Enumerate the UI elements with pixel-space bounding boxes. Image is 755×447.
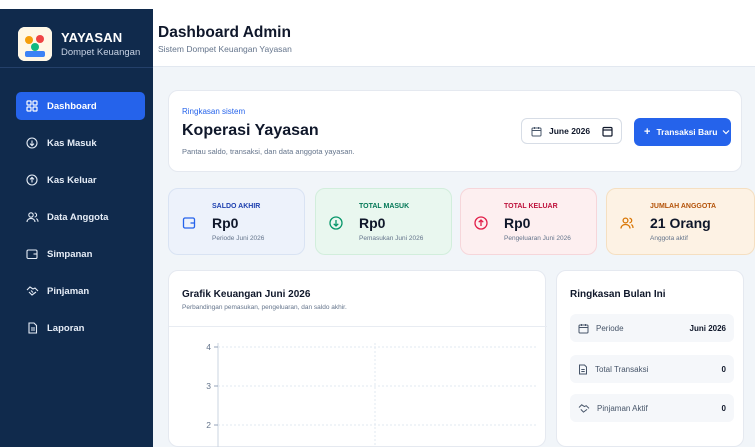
overview-card: Ringkasan sistem Koperasi Yayasan Pantau… [168, 90, 742, 172]
page-title: Dashboard Admin [158, 24, 291, 41]
summary-row-periode: Periode Juni 2026 [570, 314, 734, 342]
summary-row-label: Total Transaksi [595, 364, 649, 374]
summary-row-value: 0 [721, 364, 726, 374]
month-value: June 2026 [549, 126, 591, 136]
chevron-down-icon [722, 129, 730, 135]
wallet-icon [25, 247, 39, 261]
stat-note: Periode Juni 2026 [212, 235, 265, 242]
arrow-up-circle-icon [25, 173, 39, 187]
calendar-icon [578, 323, 589, 334]
document-icon [25, 321, 39, 335]
sidebar-item-laporan[interactable]: Laporan [16, 314, 145, 342]
chart-title: Grafik Keuangan Juni 2026 [182, 289, 311, 300]
sidebar-item-simpanan[interactable]: Simpanan [16, 240, 145, 268]
handshake-icon [25, 284, 39, 298]
users-icon [619, 215, 635, 231]
stat-value: Rp0 [212, 215, 239, 231]
sidebar-item-label: Data Anggota [47, 211, 109, 223]
logo [18, 27, 52, 61]
stat-note: Pemasukan Juni 2026 [359, 235, 424, 242]
stat-note: Anggota aktif [650, 235, 688, 242]
stat-value: Rp0 [359, 215, 386, 231]
sidebar-item-data-anggota[interactable]: Data Anggota [16, 203, 145, 231]
sidebar-item-dashboard[interactable]: Dashboard [16, 92, 145, 120]
stat-card-total-masuk: TOTAL MASUK Rp0 Pemasukan Juni 2026 [315, 188, 452, 255]
overview-subtitle: Pantau saldo, transaksi, dan data anggot… [182, 147, 355, 156]
chart-subtitle: Perbandingan pemasukan, pengeluaran, dan… [182, 304, 347, 311]
sidebar-item-label: Simpanan [47, 248, 93, 260]
sidebar-item-label: Kas Keluar [47, 174, 97, 186]
arrow-up-circle-icon [473, 215, 489, 231]
sidebar-item-label: Kas Masuk [47, 137, 97, 149]
document-icon [578, 364, 588, 375]
grid-icon [25, 99, 39, 113]
sidebar-item-label: Dashboard [47, 100, 97, 112]
summary-row-value: 0 [721, 403, 726, 413]
stat-value: 21 Orang [650, 215, 711, 231]
sidebar-item-pinjaman[interactable]: Pinjaman [16, 277, 145, 305]
summary-row-total-transaksi: Total Transaksi 0 [570, 355, 734, 383]
divider [0, 67, 153, 68]
brand-subtitle: Dompet Keuangan [61, 47, 141, 58]
organization-title: Koperasi Yayasan [182, 122, 319, 139]
stat-label: SALDO AKHIR [212, 203, 261, 210]
month-picker[interactable]: June 2026 [521, 118, 622, 144]
sidebar-item-kas-masuk[interactable]: Kas Masuk [16, 129, 145, 157]
summary-row-label: Pinjaman Aktif [597, 403, 648, 413]
finance-chart: 4 3 2 [206, 342, 537, 447]
arrow-down-circle-icon [25, 136, 39, 150]
y-tick-label: 3 [206, 381, 211, 391]
stat-card-jumlah-anggota: JUMLAH ANGGOTA 21 Orang Anggota aktif [606, 188, 755, 255]
summary-row-label: Periode [596, 323, 624, 333]
page-subtitle: Sistem Dompet Keuangan Yayasan [158, 44, 292, 54]
sidebar-item-label: Pinjaman [47, 285, 90, 297]
summary-row-value: Juni 2026 [689, 323, 726, 333]
stat-card-saldo-akhir: SALDO AKHIR Rp0 Periode Juni 2026 [168, 188, 305, 255]
new-transaction-label: Transaksi Baru [656, 127, 718, 137]
stat-label: TOTAL KELUAR [504, 203, 558, 210]
plus-icon: + [644, 126, 651, 138]
header: Dashboard Admin Sistem Dompet Keuangan Y… [153, 9, 755, 67]
handshake-icon [578, 403, 590, 414]
finance-chart-card: Grafik Keuangan Juni 2026 Perbandingan p… [168, 270, 547, 447]
brand-name: YAYASAN [61, 30, 123, 45]
users-icon [25, 210, 39, 224]
calendar-icon [531, 126, 542, 137]
y-tick-label: 2 [206, 420, 211, 430]
brand[interactable]: YAYASAN Dompet Keuangan [18, 27, 140, 61]
summary-title: Ringkasan Bulan Ini [570, 289, 666, 300]
new-transaction-button[interactable]: + Transaksi Baru [634, 118, 731, 146]
wallet-icon [181, 215, 197, 231]
sidebar-nav: Dashboard Kas Masuk Kas Keluar Data Angg… [16, 92, 145, 351]
overview-eyebrow: Ringkasan sistem [182, 107, 246, 116]
stat-card-total-keluar: TOTAL KELUAR Rp0 Pengeluaran Juni 2026 [460, 188, 597, 255]
sidebar-item-label: Laporan [47, 322, 85, 334]
stat-value: Rp0 [504, 215, 531, 231]
stat-label: TOTAL MASUK [359, 203, 410, 210]
window-top-strip [0, 0, 755, 9]
summary-row-pinjaman-aktif: Pinjaman Aktif 0 [570, 394, 734, 422]
sidebar: YAYASAN Dompet Keuangan Dashboard Kas Ma… [0, 9, 153, 447]
monthly-summary-card: Ringkasan Bulan Ini Periode Juni 2026 To… [556, 270, 744, 447]
stat-note: Pengeluaran Juni 2026 [504, 235, 571, 242]
calendar-picker-icon[interactable] [602, 126, 613, 137]
arrow-down-circle-icon [328, 215, 344, 231]
stat-label: JUMLAH ANGGOTA [650, 203, 717, 210]
sidebar-item-kas-keluar[interactable]: Kas Keluar [16, 166, 145, 194]
y-tick-label: 4 [206, 342, 211, 352]
